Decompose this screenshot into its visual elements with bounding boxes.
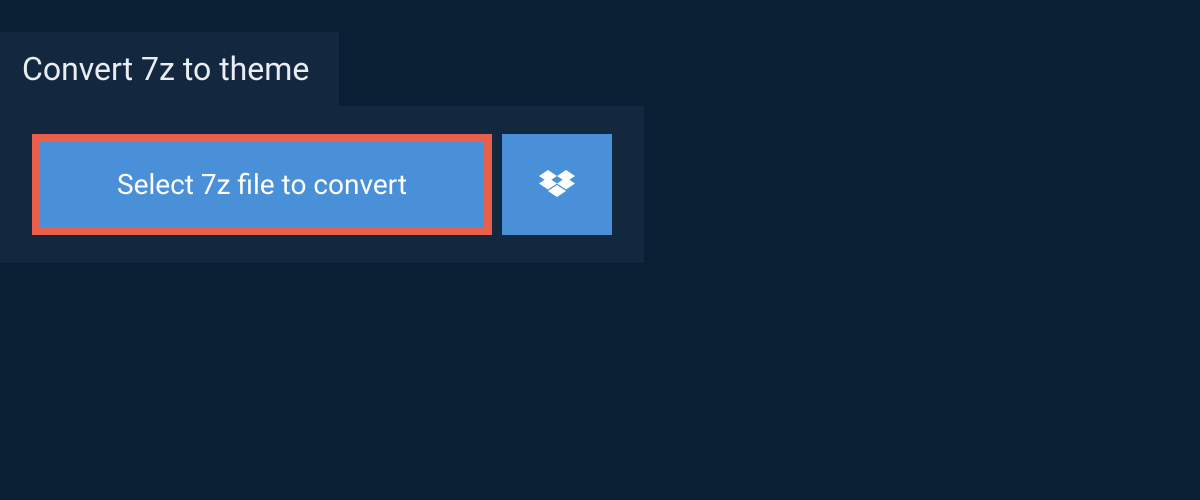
header-tab: Convert 7z to theme [0, 32, 339, 106]
dropbox-icon [539, 169, 575, 201]
select-file-button[interactable]: Select 7z file to convert [32, 134, 492, 235]
page-title: Convert 7z to theme [22, 50, 309, 88]
dropbox-button[interactable] [502, 134, 612, 235]
select-file-label: Select 7z file to convert [117, 168, 407, 201]
upload-panel: Select 7z file to convert [0, 106, 644, 263]
